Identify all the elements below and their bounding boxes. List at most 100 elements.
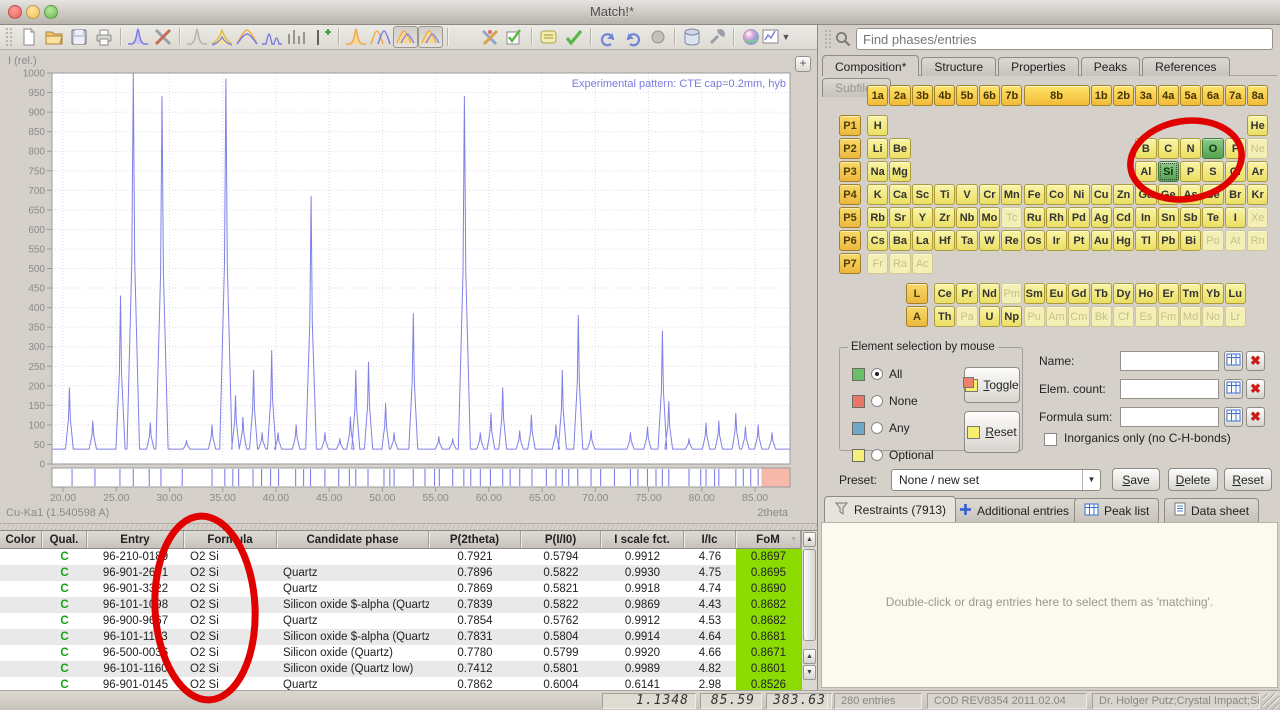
element-ca[interactable]: Ca	[889, 184, 910, 205]
print-button[interactable]	[91, 26, 116, 48]
element-cr[interactable]: Cr	[979, 184, 1000, 205]
element-c[interactable]: C	[1158, 138, 1179, 159]
period-button-p3[interactable]: P3	[839, 161, 861, 182]
element-bi[interactable]: Bi	[1180, 230, 1201, 251]
element-br[interactable]: Br	[1225, 184, 1246, 205]
element-os[interactable]: Os	[1024, 230, 1045, 251]
element-mg[interactable]: Mg	[889, 161, 910, 182]
group-button-6a[interactable]: 6a	[1202, 85, 1223, 106]
group-button-1a[interactable]: 1a	[867, 85, 888, 106]
add-peak-button[interactable]	[309, 26, 334, 48]
table-row[interactable]: C96-901-2601O2 SiQuartz0.78960.58220.993…	[0, 565, 817, 581]
element-mn[interactable]: Mn	[1001, 184, 1022, 205]
group-button-4a[interactable]: 4a	[1158, 85, 1179, 106]
period-button-l[interactable]: L	[906, 283, 928, 304]
element-in[interactable]: In	[1135, 207, 1156, 228]
element-np[interactable]: Np	[1001, 306, 1022, 327]
element-ra[interactable]: Ra	[889, 253, 910, 274]
element-kr[interactable]: Kr	[1247, 184, 1268, 205]
tab-properties[interactable]: Properties	[998, 57, 1079, 76]
inorganics-only-checkbox[interactable]	[1044, 433, 1057, 446]
selection-option-none[interactable]: None	[852, 394, 918, 408]
table-row[interactable]: C96-101-1098O2 SiSilicon oxide $-alpha (…	[0, 597, 817, 613]
element-po[interactable]: Po	[1202, 230, 1223, 251]
element-ba[interactable]: Ba	[889, 230, 910, 251]
element-pd[interactable]: Pd	[1068, 207, 1089, 228]
element-f[interactable]: F	[1225, 138, 1246, 159]
element-ag[interactable]: Ag	[1091, 207, 1112, 228]
pattern-b-toggle-button[interactable]	[418, 26, 443, 48]
zoom-window-icon[interactable]	[44, 5, 58, 19]
optional-radio[interactable]	[871, 449, 883, 461]
element-rn[interactable]: Rn	[1247, 230, 1268, 251]
selection-option-all[interactable]: All	[852, 367, 902, 381]
element-pr[interactable]: Pr	[956, 283, 977, 304]
element-re[interactable]: Re	[1001, 230, 1022, 251]
element-zn[interactable]: Zn	[1113, 184, 1134, 205]
diffraction-pattern-chart[interactable]: 0501001502002503003504004505005506006507…	[0, 50, 817, 523]
element-ge[interactable]: Ge	[1158, 184, 1179, 205]
element-te[interactable]: Te	[1202, 207, 1223, 228]
element-ga[interactable]: Ga	[1135, 184, 1156, 205]
group-button-3a[interactable]: 3a	[1135, 85, 1156, 106]
column-header-formula[interactable]: Formula	[184, 531, 277, 548]
minimize-window-icon[interactable]	[26, 5, 40, 19]
element-b[interactable]: B	[1135, 138, 1156, 159]
element-pm[interactable]: Pm	[1001, 283, 1022, 304]
name-clear-button[interactable]: ✖	[1246, 351, 1265, 371]
chart-table-splitter[interactable]	[0, 523, 817, 530]
element-o[interactable]: O	[1202, 138, 1223, 159]
toolbar-drag-handle[interactable]	[824, 29, 832, 49]
column-header-candidate-phase[interactable]: Candidate phase	[277, 531, 429, 548]
toolbar-drag-handle[interactable]	[5, 27, 13, 47]
element-al[interactable]: Al	[1135, 161, 1156, 182]
formula-sum-clear-button[interactable]: ✖	[1246, 407, 1265, 427]
save-file-button[interactable]	[66, 26, 91, 48]
new-file-button[interactable]	[16, 26, 41, 48]
zoom-in-button[interactable]: +	[795, 56, 811, 72]
group-button-2b[interactable]: 2b	[1113, 85, 1134, 106]
group-button-8b[interactable]: 8b	[1024, 85, 1090, 106]
element-es[interactable]: Es	[1135, 306, 1156, 327]
element-cf[interactable]: Cf	[1113, 306, 1134, 327]
table-row[interactable]: C96-210-0189O2 Si0.79210.57940.99124.760…	[0, 549, 817, 565]
undo-button[interactable]	[595, 26, 620, 48]
period-button-p1[interactable]: P1	[839, 115, 861, 136]
element-cs[interactable]: Cs	[867, 230, 888, 251]
element-ir[interactable]: Ir	[1046, 230, 1067, 251]
element-fe[interactable]: Fe	[1024, 184, 1045, 205]
record-macro-button[interactable]	[645, 26, 670, 48]
search-input[interactable]	[856, 28, 1273, 50]
tab-references[interactable]: References	[1142, 57, 1229, 76]
element-xe[interactable]: Xe	[1247, 207, 1268, 228]
dropdown-caret-icon[interactable]: ▼	[1082, 470, 1100, 490]
element-cm[interactable]: Cm	[1068, 306, 1089, 327]
element-bk[interactable]: Bk	[1091, 306, 1112, 327]
element-ti[interactable]: Ti	[934, 184, 955, 205]
element-fr[interactable]: Fr	[867, 253, 888, 274]
element-ne[interactable]: Ne	[1247, 138, 1268, 159]
smooth-data-button[interactable]	[234, 26, 259, 48]
preset-delete-button[interactable]: Delete	[1168, 468, 1218, 491]
element-nb[interactable]: Nb	[956, 207, 977, 228]
element-sc[interactable]: Sc	[912, 184, 933, 205]
element-tm[interactable]: Tm	[1180, 283, 1201, 304]
zoom-mode-button[interactable]	[452, 26, 477, 48]
candidate-list-header[interactable]: ColorQual.EntryFormulaCandidate phaseP(2…	[0, 531, 817, 549]
element-ar[interactable]: Ar	[1247, 161, 1268, 182]
element-u[interactable]: U	[979, 306, 1000, 327]
element-ru[interactable]: Ru	[1024, 207, 1045, 228]
element-sn[interactable]: Sn	[1158, 207, 1179, 228]
element-ta[interactable]: Ta	[956, 230, 977, 251]
report-button[interactable]	[536, 26, 561, 48]
none-radio[interactable]	[871, 395, 883, 407]
group-button-3b[interactable]: 3b	[912, 85, 933, 106]
scroll-down-button[interactable]: ▼	[803, 665, 816, 680]
scroll-up-button[interactable]: ▲	[803, 532, 816, 547]
element-er[interactable]: Er	[1158, 283, 1179, 304]
element-mo[interactable]: Mo	[979, 207, 1000, 228]
fit-all-peaks-button[interactable]	[368, 26, 393, 48]
group-button-7a[interactable]: 7a	[1225, 85, 1246, 106]
accept-button[interactable]	[561, 26, 586, 48]
table-row[interactable]: C96-901-0145O2 SiQuartz0.78620.60040.614…	[0, 677, 817, 690]
